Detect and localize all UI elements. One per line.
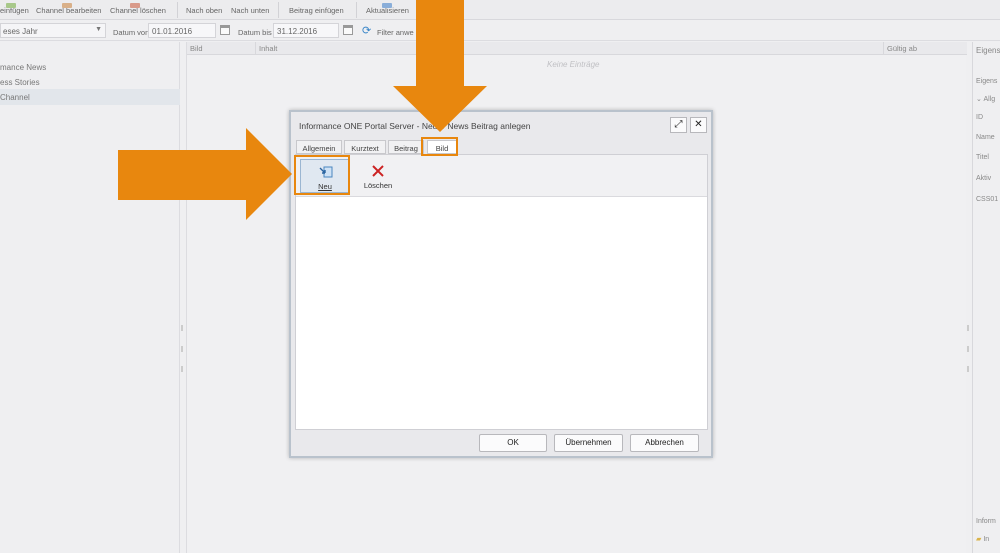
image-actions: Neu Löschen (296, 155, 707, 197)
delete-channel-button[interactable]: Channel löschen (110, 3, 166, 15)
delete-image-button[interactable]: Löschen (354, 159, 402, 193)
refresh-icon[interactable]: ⟳ (362, 24, 371, 37)
chevron-down-icon: ▼ (95, 26, 102, 33)
close-icon: ✕ (694, 119, 703, 130)
property-label: Aktiv (976, 175, 992, 182)
highlight-image-tab (421, 137, 458, 156)
column-divider (883, 42, 884, 55)
date-from-input[interactable]: 01.01.2016 (148, 23, 216, 38)
tab-short-text[interactable]: Kurztext (344, 140, 386, 154)
properties-panel: Eigens Eigens ⌄ Allg ID Name Titel Aktiv… (972, 42, 1000, 553)
properties-title: Eigens (976, 46, 1000, 55)
insert-button[interactable]: einfügen (0, 3, 29, 15)
image-tab-content: Neu Löschen (295, 154, 708, 430)
date-to-label: Datum bis (238, 28, 272, 37)
period-select[interactable]: eses Jahr ▼ (0, 23, 106, 38)
toolbar-separator (356, 2, 357, 18)
arrow-down-icon (393, 0, 487, 132)
channel-list: mance News ess Stories Channel (0, 42, 180, 553)
properties-group[interactable]: ⌄ Allg (976, 95, 995, 103)
arrow-right-icon (118, 128, 292, 220)
channel-item[interactable]: mance News (0, 59, 180, 75)
delete-icon (372, 165, 384, 177)
column-header-content[interactable]: Inhalt (259, 44, 277, 53)
date-from-label: Datum von (113, 28, 150, 37)
column-divider (255, 42, 256, 55)
splitter-handle[interactable] (181, 366, 183, 372)
splitter-handle[interactable] (967, 325, 969, 331)
cancel-button[interactable]: Abbrechen (630, 434, 699, 452)
info-panel-item[interactable]: ▰ In (976, 535, 989, 543)
column-header-valid-from[interactable]: Gültig ab (887, 44, 917, 53)
column-header-image[interactable]: Bild (190, 44, 203, 53)
toolbar-separator (177, 2, 178, 18)
close-button[interactable]: ✕ (690, 117, 707, 133)
grid-header: Bild Inhalt Gültig ab (187, 42, 967, 55)
splitter-handle[interactable] (181, 325, 183, 331)
toolbar: einfügen Channel bearbeiten Channel lösc… (0, 0, 1000, 20)
splitter-handle[interactable] (181, 346, 183, 352)
channel-item-selected[interactable]: Channel (0, 89, 180, 105)
apply-button[interactable]: Übernehmen (554, 434, 623, 452)
property-label: ID (976, 114, 983, 121)
date-to-input[interactable]: 31.12.2016 (273, 23, 339, 38)
highlight-new-button (294, 155, 350, 195)
calendar-icon[interactable] (220, 25, 230, 35)
ok-button[interactable]: OK (479, 434, 547, 452)
move-down-button[interactable]: Nach unten (231, 6, 269, 15)
property-label: CSS01 (976, 196, 999, 203)
tab-post[interactable]: Beitrag (388, 140, 424, 154)
expand-icon: ⤢ (674, 119, 683, 130)
edit-channel-button[interactable]: Channel bearbeiten (36, 3, 101, 15)
insert-post-button[interactable]: Beitrag einfügen (289, 6, 344, 15)
channel-item[interactable]: ess Stories (0, 74, 180, 90)
refresh-icon (382, 3, 392, 8)
empty-message: Keine Einträge (547, 60, 600, 69)
toolbar-separator (278, 2, 279, 18)
filter-bar: eses Jahr ▼ Datum von 01.01.2016 Datum b… (0, 21, 1000, 41)
properties-subtitle: Eigens (976, 78, 998, 85)
delete-channel-icon (130, 3, 140, 8)
insert-icon (6, 3, 16, 8)
maximize-button[interactable]: ⤢ (670, 117, 687, 133)
info-panel-title: Inform (976, 518, 996, 525)
splitter-handle[interactable] (967, 346, 969, 352)
tab-general[interactable]: Allgemein (296, 140, 342, 154)
splitter-handle[interactable] (967, 366, 969, 372)
calendar-icon[interactable] (343, 25, 353, 35)
property-label: Name (976, 134, 995, 141)
property-label: Titel (976, 154, 989, 161)
edit-channel-icon (62, 3, 72, 8)
new-post-dialog: Informance ONE Portal Server - Neuer New… (289, 110, 713, 458)
move-up-button[interactable]: Nach oben (186, 6, 222, 15)
